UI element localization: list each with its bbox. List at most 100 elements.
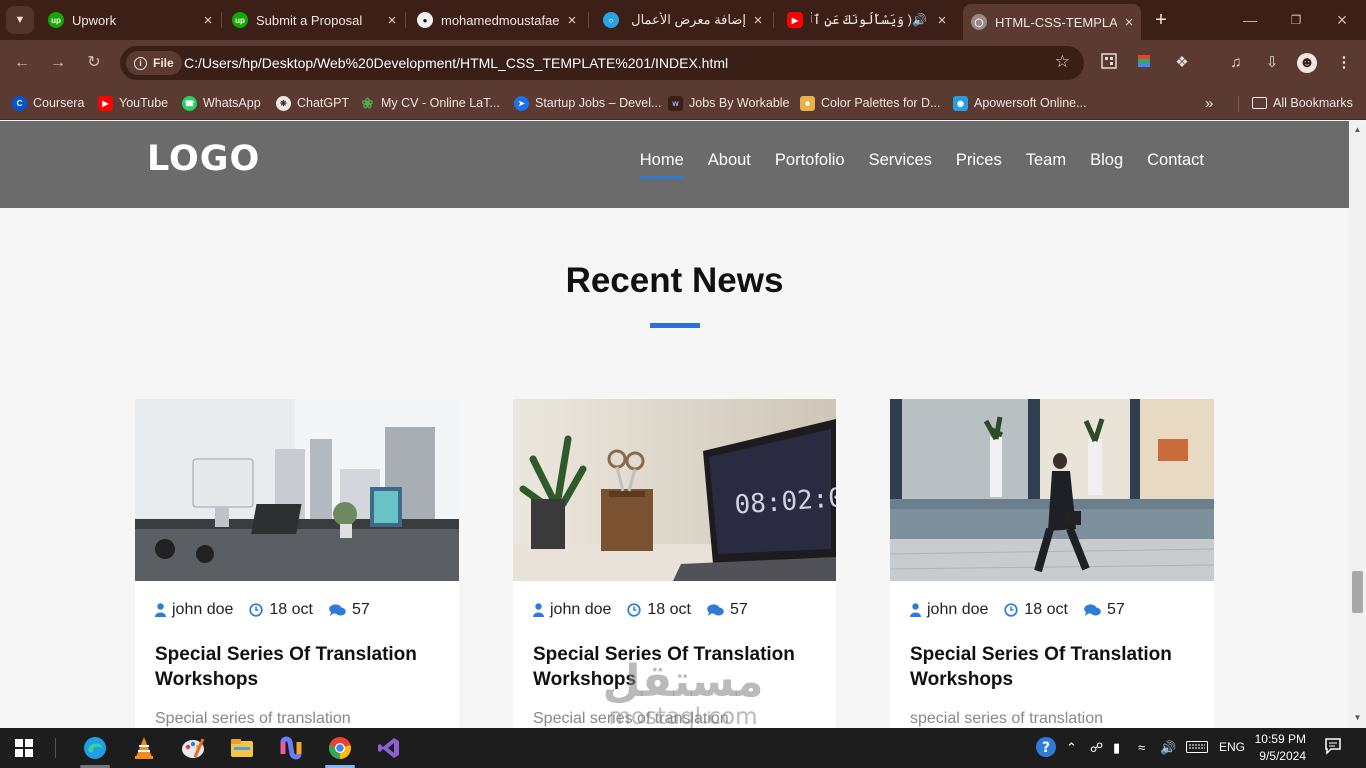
bookmark-workable[interactable]: w Jobs By Workable	[668, 93, 790, 113]
media-control-icon[interactable]: ♫	[1226, 53, 1246, 73]
system-clock[interactable]: 10:59 PM 9/5/2024	[1254, 731, 1306, 765]
news-card[interactable]: john doe 18 oct 57 Special Series Of Tra…	[890, 399, 1214, 728]
nav-team[interactable]: Team	[1026, 151, 1066, 178]
bookmark-coursera[interactable]: C Coursera	[12, 93, 84, 113]
clock-icon	[627, 603, 642, 617]
close-tab-icon[interactable]: ×	[380, 12, 404, 29]
close-tab-icon[interactable]: ×	[1117, 14, 1141, 31]
notifications-icon[interactable]	[1324, 737, 1342, 758]
minimize-button[interactable]: —	[1230, 8, 1270, 32]
post-excerpt: Special series of translation	[155, 710, 351, 727]
tab-html-css-template[interactable]: ◯ HTML-CSS-TEMPLATE ×	[963, 4, 1141, 40]
bookmark-chatgpt[interactable]: ❋ ChatGPT	[276, 93, 349, 113]
bookmark-star-icon[interactable]: ☆	[1055, 52, 1070, 72]
main-nav: Home About Portofolio Services Prices Te…	[639, 151, 1204, 179]
copilot-icon[interactable]	[277, 734, 305, 762]
more-bookmarks-button[interactable]: »	[1205, 93, 1213, 113]
close-window-button[interactable]: ×	[1322, 8, 1362, 32]
tab-search-button[interactable]: ▼	[6, 6, 34, 34]
reload-button[interactable]: ↻	[82, 51, 106, 75]
bookmark-label: WhatsApp	[203, 96, 261, 110]
post-title[interactable]: Special Series Of Translation Workshops	[533, 642, 823, 692]
scrollbar-thumb[interactable]	[1352, 571, 1363, 613]
device-icon[interactable]: ☍	[1090, 740, 1103, 756]
chatgpt-icon: ❋	[276, 95, 291, 111]
bookmark-apowersoft[interactable]: ◉ Apowersoft Online...	[953, 93, 1087, 113]
wifi-icon[interactable]: ≈	[1138, 740, 1145, 755]
page-scrollbar[interactable]: ▲ ▼	[1349, 121, 1366, 728]
extension-colorful-icon[interactable]	[1134, 53, 1154, 73]
close-tab-icon[interactable]: ×	[560, 12, 584, 29]
url-text[interactable]: C:/Users/hp/Desktop/Web%20Development/HT…	[184, 55, 728, 71]
close-tab-icon[interactable]: ×	[196, 12, 220, 29]
address-bar[interactable]: i File C:/Users/hp/Desktop/Web%20Develop…	[120, 46, 1084, 80]
new-tab-button[interactable]: +	[1150, 8, 1172, 32]
bookmark-color-palettes[interactable]: ■ Color Palettes for D...	[800, 93, 941, 113]
vlc-icon[interactable]	[130, 734, 158, 762]
volume-icon[interactable]: 🔊	[1160, 740, 1176, 756]
profile-avatar[interactable]: ☻	[1297, 53, 1317, 73]
tab-github[interactable]: ● mohamedmoustafaeg ×	[409, 5, 584, 35]
nav-prices[interactable]: Prices	[956, 151, 1002, 178]
extensions-puzzle-icon[interactable]: ❖	[1172, 53, 1192, 73]
restore-button[interactable]: ❐	[1276, 8, 1316, 32]
scroll-up-arrow[interactable]: ▲	[1353, 125, 1362, 134]
browser-toolbar: ← → ↻ i File C:/Users/hp/Desktop/Web%20D…	[0, 40, 1366, 86]
tab-mostaql[interactable]: ○ إضافة معرض الأعمال ×	[595, 5, 770, 35]
chrome-icon[interactable]	[326, 734, 354, 762]
post-comments-count[interactable]: 57	[352, 601, 370, 619]
post-author[interactable]: john doe	[172, 601, 233, 619]
language-indicator[interactable]: ENG	[1219, 740, 1245, 754]
bookmark-startup-jobs[interactable]: ➤ Startup Jobs – Devel...	[514, 93, 661, 113]
chrome-menu-icon[interactable]: ⋮	[1334, 53, 1354, 73]
show-hidden-icons-chevron[interactable]: ⌃	[1066, 740, 1077, 756]
site-logo[interactable]: LOGO	[147, 139, 260, 179]
bookmark-my-cv[interactable]: ❀ My CV - Online LaT...	[360, 93, 500, 113]
post-comments-count[interactable]: 57	[730, 601, 748, 619]
forward-button[interactable]: →	[46, 51, 70, 75]
battery-icon[interactable]: ▮	[1113, 740, 1120, 756]
info-icon: i	[134, 56, 147, 70]
tab-youtube-audio[interactable]: ▶ ( وَيَسْأَلُونَكَ عَنِ ٱلْجِ 🔊 ×	[779, 5, 954, 35]
svg-text:?: ?	[1042, 740, 1050, 756]
back-button[interactable]: ←	[10, 51, 34, 75]
post-author[interactable]: john doe	[550, 601, 611, 619]
visual-studio-icon[interactable]	[375, 734, 403, 762]
bookmark-label: YouTube	[119, 96, 169, 110]
paint-icon[interactable]	[179, 734, 207, 762]
nav-contact[interactable]: Contact	[1147, 151, 1204, 178]
nav-portofolio[interactable]: Portofolio	[775, 151, 845, 178]
download-icon[interactable]: ⇩	[1262, 53, 1282, 73]
bookmark-whatsapp[interactable]: ☎ WhatsApp	[182, 93, 261, 113]
nav-about[interactable]: About	[708, 151, 751, 178]
close-tab-icon[interactable]: ×	[930, 12, 954, 29]
all-bookmarks-folder[interactable]: All Bookmarks	[1252, 93, 1353, 113]
help-icon[interactable]: ?	[1035, 736, 1057, 761]
scroll-down-arrow[interactable]: ▼	[1353, 713, 1362, 722]
post-comments-count[interactable]: 57	[1107, 601, 1125, 619]
nav-services[interactable]: Services	[869, 151, 932, 178]
nav-home[interactable]: Home	[639, 151, 684, 179]
keyboard-icon[interactable]	[1186, 741, 1208, 756]
tab-submit-proposal[interactable]: up Submit a Proposal ×	[224, 5, 404, 35]
mostaql-icon: ○	[603, 12, 619, 28]
file-explorer-icon[interactable]	[228, 734, 256, 762]
post-author[interactable]: john doe	[927, 601, 988, 619]
windows-start-icon[interactable]	[10, 734, 38, 762]
bookmark-youtube[interactable]: ▶ YouTube	[98, 93, 168, 113]
qr-code-icon[interactable]	[1099, 53, 1119, 73]
news-card[interactable]: 08:02:01 john doe 18 oct 57 Special Seri…	[513, 399, 836, 728]
clock-icon	[1004, 603, 1019, 617]
whatsapp-icon: ☎	[182, 95, 197, 111]
news-card[interactable]: john doe 18 oct 57 Special Series Of Tra…	[135, 399, 459, 728]
tab-upwork[interactable]: up Upwork ×	[40, 5, 220, 35]
close-tab-icon[interactable]: ×	[746, 12, 770, 29]
post-title[interactable]: Special Series Of Translation Workshops	[910, 642, 1200, 692]
site-info-chip[interactable]: i File	[126, 51, 182, 75]
nav-blog[interactable]: Blog	[1090, 151, 1123, 178]
post-title[interactable]: Special Series Of Translation Workshops	[155, 642, 445, 692]
tab-title: HTML-CSS-TEMPLATE	[995, 14, 1117, 30]
edge-icon[interactable]	[81, 734, 109, 762]
speaker-icon[interactable]: 🔊	[912, 13, 930, 27]
clock-icon	[249, 603, 264, 617]
